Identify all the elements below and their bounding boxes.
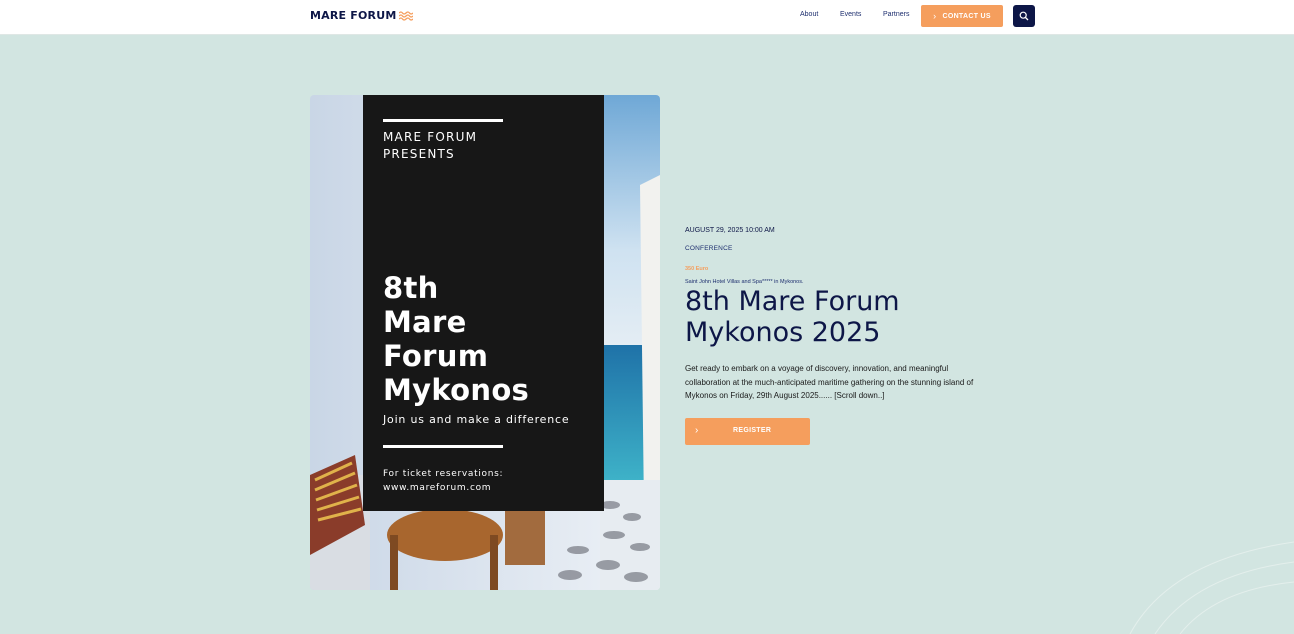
nav-events[interactable]: Events xyxy=(840,11,861,18)
event-price: 350 Euro xyxy=(685,266,709,272)
nav-partners[interactable]: Partners xyxy=(883,11,909,18)
site-header: MARE FORUM About Events Partners › CONTA… xyxy=(0,0,1294,35)
poster-rule-bottom xyxy=(383,445,503,448)
nav-about[interactable]: About xyxy=(800,11,818,18)
poster-panel: MARE FORUM PRESENTS 8th Mare Forum Mykon… xyxy=(363,95,604,511)
event-title: 8th Mare Forum Mykonos 2025 xyxy=(685,286,900,348)
contact-us-label: CONTACT US xyxy=(942,12,991,20)
poster-title: 8th Mare Forum Mykonos xyxy=(383,271,530,407)
event-poster: MARE FORUM PRESENTS 8th Mare Forum Mykon… xyxy=(310,95,660,590)
event-description: Get ready to embark on a voyage of disco… xyxy=(685,364,974,400)
poster-presents: MARE FORUM PRESENTS xyxy=(383,130,478,161)
search-icon xyxy=(1019,11,1029,21)
register-button[interactable]: › REGISTER xyxy=(685,418,810,445)
site-logo[interactable]: MARE FORUM xyxy=(310,9,413,22)
logo-text: MARE FORUM xyxy=(310,9,397,22)
chevron-right-icon: › xyxy=(695,425,699,436)
decorative-lines xyxy=(1129,541,1294,634)
contact-us-button[interactable]: › CONTACT US xyxy=(921,5,1003,27)
event-venue: Saint John Hotel Villas and Spa***** in … xyxy=(685,279,804,285)
event-type[interactable]: CONFERENCE xyxy=(685,245,733,252)
poster-tickets: For ticket reservations: www.mareforum.c… xyxy=(383,469,504,493)
register-label: REGISTER xyxy=(733,427,772,434)
waves-icon xyxy=(398,10,413,21)
event-date: AUGUST 29, 2025 10:00 AM xyxy=(685,227,775,234)
chevron-right-icon: › xyxy=(933,11,937,21)
search-button[interactable] xyxy=(1013,5,1035,27)
poster-tagline: Join us and make a difference xyxy=(383,413,570,426)
poster-rule-top xyxy=(383,119,503,122)
